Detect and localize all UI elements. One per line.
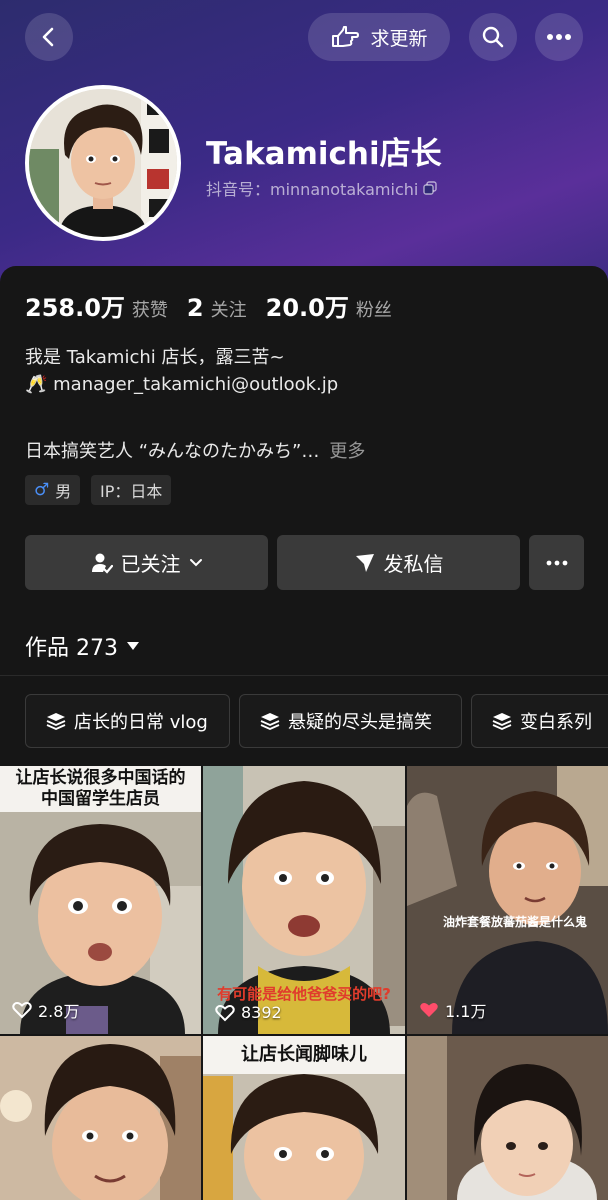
search-button[interactable] xyxy=(469,13,517,61)
video-tile[interactable]: 让店长说很多中国话的 中国留学生店员 2.8万 xyxy=(0,766,201,1034)
likes-count: 258.0万 xyxy=(25,294,125,322)
following-count[interactable]: 2 xyxy=(187,294,204,322)
caret-down-icon xyxy=(127,642,139,650)
video-tile[interactable] xyxy=(0,1036,201,1200)
following-label[interactable]: 关注 xyxy=(211,296,247,322)
collection-label: 悬疑的尽头是搞笑 xyxy=(288,712,432,733)
heart-filled-icon xyxy=(420,1003,438,1017)
video-likes: 2.8万 xyxy=(12,998,79,1022)
followers-count[interactable]: 20.0万 xyxy=(266,288,349,323)
video-likes: 8392 xyxy=(215,1003,282,1022)
gender-label: 男 xyxy=(55,482,72,501)
hand-pointing-icon xyxy=(332,26,360,47)
followed-label: 已关注 xyxy=(120,552,181,576)
gender-tag: ♂ 男 xyxy=(25,475,81,505)
video-tile[interactable]: 有可能是给他爸爸买的吧? 8392 xyxy=(203,766,405,1034)
bio-line-2: 🥂 manager_takamichi@outlook.jp xyxy=(25,374,339,395)
video-caption: 油炸套餐放蕃茄酱是什么鬼 xyxy=(407,912,608,933)
profile-stats: 258.0万 获赞 2 关注 20.0万 粉丝 xyxy=(25,288,411,323)
divider xyxy=(0,675,608,676)
video-thumbnail-image xyxy=(407,766,608,1034)
collection-chip[interactable]: 变白系列 xyxy=(471,694,608,748)
douyin-id[interactable]: 抖音号：minnanotakamichi xyxy=(206,176,438,200)
video-caption-text: 让店长闻脚味儿 xyxy=(241,1044,367,1065)
video-tile[interactable]: 让店长闻脚味儿 xyxy=(203,1036,405,1200)
collection-chip[interactable]: 悬疑的尽头是搞笑 xyxy=(239,694,462,748)
send-message-button[interactable]: 发私信 xyxy=(277,535,520,590)
video-caption: 让店长说很多中国话的 中国留学生店员 xyxy=(0,768,201,810)
copy-icon[interactable] xyxy=(422,180,438,196)
video-caption-text: 有可能是给他爸爸买的吧? xyxy=(217,985,391,1003)
layers-icon xyxy=(492,713,512,730)
followed-button[interactable]: 已关注 xyxy=(25,535,268,590)
layers-icon xyxy=(46,713,66,730)
layers-icon xyxy=(260,713,280,730)
collection-label: 店长的日常 vlog xyxy=(74,712,208,733)
chevron-left-icon xyxy=(42,27,54,47)
search-icon xyxy=(482,26,504,48)
heart-outline-icon xyxy=(215,1004,235,1021)
video-caption: 让店长闻脚味儿 xyxy=(203,1044,405,1065)
video-likes-count: 2.8万 xyxy=(38,1002,80,1021)
likes-label: 获赞 xyxy=(131,300,168,321)
request-update-button[interactable]: 求更新 xyxy=(308,13,450,61)
send-icon xyxy=(355,553,374,572)
video-caption-text: 让店长说很多中国话的 中国留学生店员 xyxy=(15,768,186,809)
works-label: 作品 273 xyxy=(25,636,118,661)
bio-line-3-text: 日本搞笑艺人 “みんなのたかみち”… xyxy=(25,441,320,462)
video-caption-text: 油炸套餐放蕃茄酱是什么鬼 xyxy=(443,915,588,929)
video-tile[interactable] xyxy=(407,1036,608,1200)
profile-name: Takamichi店长 xyxy=(206,136,442,172)
user-check-icon xyxy=(91,553,113,574)
more-horizontal-icon xyxy=(547,34,571,40)
collection-label: 变白系列 xyxy=(520,712,592,733)
more-actions-button[interactable] xyxy=(529,535,584,590)
back-button[interactable] xyxy=(25,13,73,61)
followers-label[interactable]: 粉丝 xyxy=(356,296,392,322)
douyin-id-text: 抖音号：minnanotakamichi xyxy=(206,180,419,199)
ip-label: IP：日本 xyxy=(100,482,163,501)
more-horizontal-icon xyxy=(546,560,567,565)
bio-line-1: 我是 Takamichi 店长，露三苦~ xyxy=(25,347,285,368)
video-caption: 有可能是给他爸爸买的吧? xyxy=(203,984,405,1005)
avatar[interactable] xyxy=(25,85,181,241)
video-tile[interactable]: 油炸套餐放蕃茄酱是什么鬼 1.1万 xyxy=(407,766,608,1034)
request-update-label: 求更新 xyxy=(370,27,428,50)
send-message-label: 发私信 xyxy=(383,552,444,576)
bio-line-3: 日本搞笑艺人 “みんなのたかみち”… 更多 xyxy=(25,437,365,463)
bio-more-link[interactable]: 更多 xyxy=(329,441,365,462)
video-likes-count: 8392 xyxy=(241,1003,282,1022)
male-icon: ♂ xyxy=(34,480,50,500)
video-likes: 1.1万 xyxy=(419,998,486,1022)
avatar-portrait-image xyxy=(29,89,177,237)
heart-outline-icon xyxy=(12,1002,32,1019)
works-tab[interactable]: 作品 273 xyxy=(25,630,140,662)
collection-chip[interactable]: 店长的日常 vlog xyxy=(25,694,230,748)
more-options-button[interactable] xyxy=(535,13,583,61)
video-thumbnail-image xyxy=(407,1036,608,1200)
video-likes-count: 1.1万 xyxy=(445,1002,487,1021)
chevron-down-icon xyxy=(189,558,202,566)
video-grid: 让店长说很多中国话的 中国留学生店员 2.8万 有可能是给他爸爸买的吧? 839… xyxy=(0,766,608,1200)
ip-tag: IP：日本 xyxy=(91,475,172,505)
video-thumbnail-image xyxy=(0,1036,201,1200)
